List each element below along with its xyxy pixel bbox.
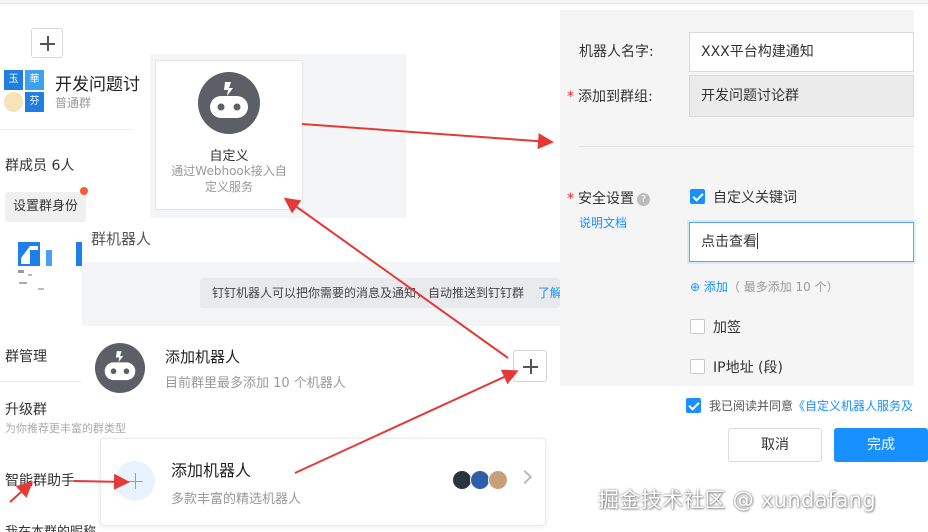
avatar-char: 華	[25, 70, 44, 90]
add-plus-icon[interactable]	[115, 461, 155, 501]
bot-avatar-icon	[452, 470, 472, 490]
add-bot-plus-button[interactable]	[513, 350, 547, 382]
robot-icon	[198, 72, 260, 138]
add-bot-title: 添加机器人	[165, 348, 241, 366]
avatar-char: 玉	[4, 70, 23, 90]
menu-upgrade-group[interactable]: 升级群	[5, 399, 47, 419]
name-label: 机器人名字:	[579, 44, 654, 60]
group-select[interactable]: 开发问题讨论群	[689, 75, 914, 117]
custom-bot-desc: 通过Webhook接入自定义服务	[171, 164, 287, 194]
security-label: * 安全设置?	[567, 188, 650, 208]
doc-link[interactable]: 说明文档	[579, 214, 627, 231]
notification-dot	[80, 187, 88, 195]
upgrade-hint: 为你推荐更丰富的群类型	[5, 422, 126, 435]
member-thumbnails	[16, 240, 82, 298]
divider	[0, 381, 82, 382]
watermark: 掘金技术社区 @ xundafang	[598, 488, 876, 512]
ip-checkbox[interactable]	[690, 359, 705, 374]
bots-notice: 钉钉机器人可以把你需要的消息及通知，自动推送到钉钉群 了解	[200, 278, 560, 308]
agree-text: 我已阅读并同意《自定义机器人服务及	[709, 399, 914, 413]
text-caret	[757, 233, 758, 249]
avatar-photo	[4, 92, 23, 112]
robot-icon	[95, 343, 145, 397]
agreement-link[interactable]: 《自定义机器人服务及	[793, 399, 913, 413]
done-button[interactable]: 完成	[834, 428, 928, 462]
create-plus-button[interactable]	[31, 28, 63, 58]
divider	[578, 146, 914, 147]
top-border	[0, 0, 928, 4]
agree-checkbox[interactable]	[686, 398, 701, 413]
cancel-button[interactable]: 取消	[728, 428, 822, 462]
menu-my-nickname[interactable]: 我在本群的昵称	[5, 521, 96, 532]
keyword-input[interactable]: 点击查看	[689, 222, 914, 262]
bot-avatar-icon	[470, 470, 490, 490]
add-bot-row	[82, 326, 560, 410]
keyword-checkbox[interactable]	[690, 189, 705, 204]
menu-smart-assistant[interactable]: 智能群助手	[5, 470, 75, 490]
group-bots-heading: 群机器人	[91, 230, 152, 248]
group-members[interactable]: 群成员 6人	[5, 155, 74, 175]
help-icon[interactable]: ?	[637, 193, 650, 206]
add-keyword-link[interactable]: ⊕ 添加（ 最多添加 10 个）	[690, 278, 839, 295]
ip-option-label: IP地址 (段)	[713, 360, 783, 376]
add-bot-card-sub: 多款丰富的精选机器人	[171, 492, 302, 507]
robot-name-input[interactable]: XXX平台构建通知	[689, 32, 914, 72]
add-bot-limit: 目前群里最多添加 10 个机器人	[165, 376, 346, 391]
keyword-option-label: 自定义关键词	[713, 190, 797, 206]
notice-learn-more-link[interactable]: 了解	[538, 286, 560, 300]
group-avatar: 玉 華 芬	[4, 70, 44, 112]
menu-group-manage[interactable]: 群管理	[5, 346, 47, 366]
divider	[0, 129, 132, 130]
group-name: 开发问题讨	[55, 75, 140, 95]
custom-bot-title: 自定义	[209, 149, 249, 164]
add-bot-card-title: 添加机器人	[171, 461, 252, 480]
group-label: * 添加到群组:	[567, 89, 653, 105]
avatar-char: 芬	[25, 92, 44, 112]
notice-text: 钉钉机器人可以把你需要的消息及通知，自动推送到钉钉群	[212, 286, 525, 300]
group-type: 普通群	[55, 96, 92, 110]
bot-avatar-icon	[488, 470, 508, 490]
add-circle-icon: ⊕	[690, 280, 701, 294]
sign-option-label: 加签	[713, 320, 741, 336]
set-role-button[interactable]: 设置群身份	[5, 192, 87, 222]
sign-checkbox[interactable]	[690, 319, 705, 334]
